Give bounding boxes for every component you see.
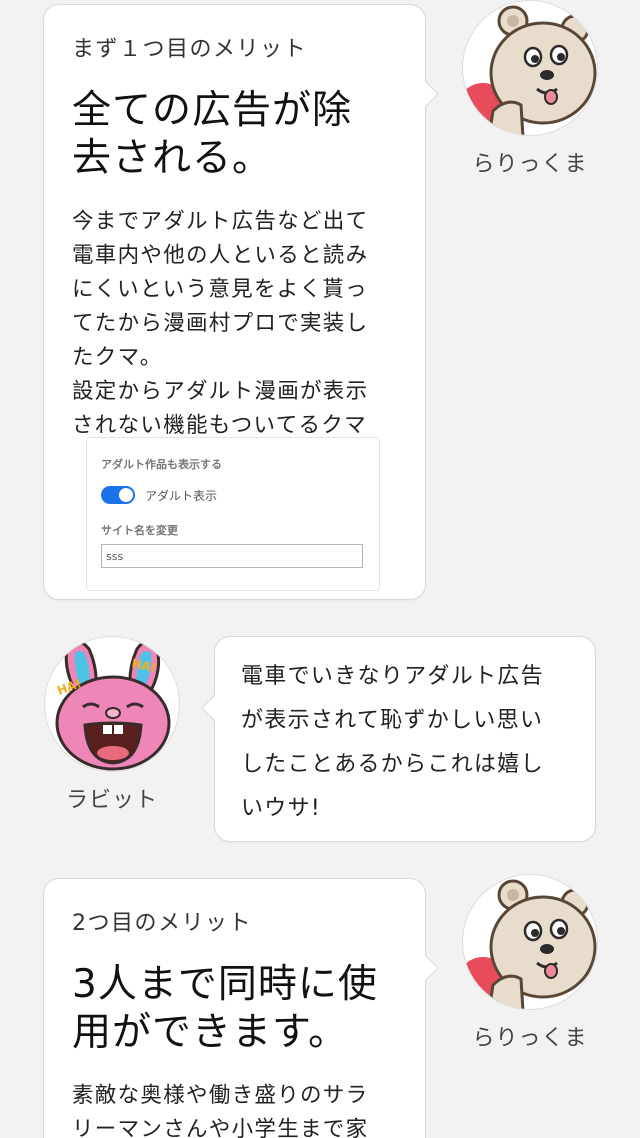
body-line: リーマンさんや小学生まで家	[72, 1117, 369, 1138]
body-line: 設定からアダルト漫画が表示	[72, 379, 369, 404]
merit-2-heading: 3人まで同時に使 用ができます。	[72, 961, 425, 1057]
rabbit-speaker: HA! HA! ラビット	[42, 636, 182, 814]
toggle-switch-icon[interactable]	[101, 486, 135, 504]
settings-screenshot: アダルト作品も表示する アダルト表示 サイト名を変更	[86, 437, 380, 591]
merit-1-heading: 全ての広告が除 去される。	[72, 87, 425, 183]
body-line: てたから漫画村プロで実装し	[72, 311, 369, 336]
body-line: 電車内や他の人といると読み	[72, 243, 369, 268]
reply-line: したことあるからこれは嬉し	[241, 752, 544, 777]
site-name-label: サイト名を変更	[101, 524, 178, 537]
body-line: にくいという意見をよく貰っ	[72, 277, 368, 302]
merit-2-bubble: 2つ目のメリット 3人まで同時に使 用ができます。 素敵な奥様や働き盛りのサラ …	[43, 878, 439, 1138]
adult-toggle-label: アダルト表示	[145, 488, 218, 503]
chat-page: まず１つ目のメリット 全ての広告が除 去される。 今までアダルト広告など出て 電…	[0, 0, 640, 1138]
merit-2-body: 素敵な奥様や働き盛りのサラ リーマンさんや小学生まで家	[72, 1079, 425, 1138]
bear-speaker-1: らりっくま	[460, 0, 600, 178]
merit-1-body: 今までアダルト広告など出て 電車内や他の人といると読み にくいという意見をよく貰…	[72, 205, 425, 443]
reply-line: が表示されて恥ずかしい思い	[241, 708, 544, 733]
body-line: 今までアダルト広告など出て	[72, 209, 369, 234]
adult-toggle-row: アダルト表示	[101, 486, 365, 504]
bear-speaker-2: らりっくま	[460, 874, 600, 1052]
rabbit-avatar-icon: HA! HA!	[44, 636, 180, 772]
merit-2-lead: 2つ目のメリット	[72, 911, 252, 936]
merit-1-lead: まず１つ目のメリット	[72, 37, 308, 62]
reply-line: 電車でいきなりアダルト広告	[241, 664, 544, 689]
bubble-tail	[201, 695, 227, 721]
merit-2-heading-line2: 用ができます。	[72, 1010, 349, 1055]
rabbit-reply-bubble: 電車でいきなりアダルト広告 が表示されて恥ずかしい思い したことあるからこれは嬉…	[201, 636, 596, 842]
site-name-input[interactable]	[101, 544, 363, 568]
speaker-name: ラビット	[65, 788, 158, 813]
merit-2-heading-line1: 3人まで同時に使	[72, 962, 378, 1007]
speaker-name: らりっくま	[472, 152, 588, 177]
bear-avatar-icon	[462, 0, 598, 136]
rabbit-reply-text: 電車でいきなりアダルト広告 が表示されて恥ずかしい思い したことあるからこれは嬉…	[241, 655, 595, 831]
merit-1-heading-line1: 全ての広告が除	[72, 88, 353, 133]
adult-setting-label: アダルト作品も表示する	[101, 458, 222, 471]
merit-1-heading-line2: 去される。	[72, 136, 273, 181]
merit-1-bubble: まず１つ目のメリット 全ての広告が除 去される。 今までアダルト広告など出て 電…	[43, 4, 439, 600]
reply-line: いウサ!	[241, 796, 322, 821]
body-line: たクマ。	[72, 345, 163, 370]
body-line: 素敵な奥様や働き盛りのサラ	[72, 1083, 369, 1108]
bear-avatar-icon	[462, 874, 598, 1010]
speaker-name: らりっくま	[472, 1026, 588, 1051]
